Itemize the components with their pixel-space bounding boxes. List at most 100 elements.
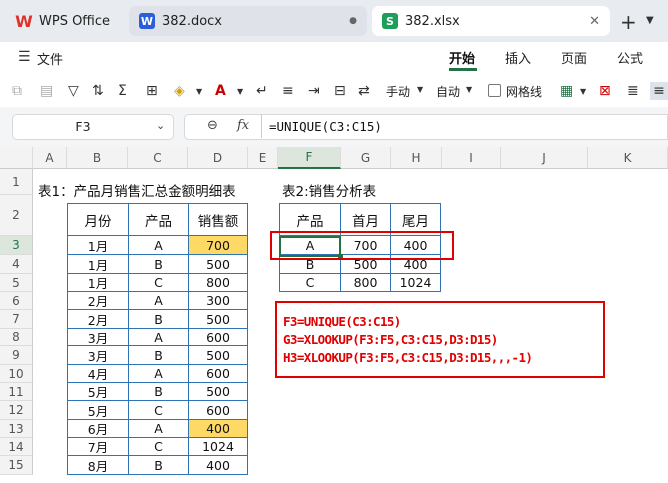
table1-cell[interactable]: 300	[188, 292, 248, 310]
table1-cell[interactable]: 3月	[67, 329, 128, 346]
align-center-icon[interactable]: ≡	[650, 82, 668, 100]
tab-wps-office[interactable]: W WPS Office	[6, 6, 124, 36]
row-header[interactable]: 12	[0, 401, 33, 420]
table1-cell[interactable]: 3月	[67, 346, 128, 365]
table1-cell[interactable]: 400	[188, 456, 248, 475]
column-header[interactable]: I	[442, 147, 501, 169]
row-header[interactable]: 3	[0, 236, 33, 255]
chevron-down-icon[interactable]: ▼	[237, 82, 243, 100]
table1-cell[interactable]: 600	[188, 329, 248, 346]
table1-cell[interactable]: B	[128, 310, 188, 329]
wrap-mode-dropdown[interactable]: 手动	[386, 83, 410, 100]
table1-cell[interactable]: C	[128, 401, 188, 420]
chevron-down-icon[interactable]: ⌄	[156, 119, 165, 132]
spreadsheet-grid[interactable]: ABCDEFGHIJK 1 2 3 4 5 6 7 8 9 10 11 12 13 14 15 表1：产品月…	[0, 147, 668, 483]
table1-cell[interactable]: 5月	[67, 383, 128, 401]
table1-cell[interactable]: 1月	[67, 255, 128, 274]
table-style-icon[interactable]: ▦	[560, 82, 573, 100]
table1-cell[interactable]: 1024	[188, 438, 248, 456]
column-header[interactable]: J	[501, 147, 588, 169]
hamburger-icon[interactable]: ☰	[18, 49, 31, 65]
column-header[interactable]: F	[278, 147, 341, 169]
table1-cell[interactable]: 7月	[67, 438, 128, 456]
formula-input[interactable]: ⊖ fx =UNIQUE(C3:C15)	[184, 114, 668, 140]
align-left-icon[interactable]: ≣	[627, 82, 639, 100]
row-header[interactable]: 14	[0, 438, 33, 456]
indent-icon[interactable]: ⇥	[308, 82, 320, 100]
table1-cell[interactable]: 4月	[67, 365, 128, 383]
table1-cell[interactable]: 6月	[67, 420, 128, 438]
convert-icon[interactable]: ⇄	[358, 82, 370, 100]
close-dot-icon[interactable]: ●	[349, 16, 357, 26]
table1-cell[interactable]: 700	[188, 236, 248, 255]
table1-cell[interactable]: 600	[188, 365, 248, 383]
sort-icon[interactable]: ⇅	[92, 82, 104, 100]
format-painter-icon[interactable]: ⧉	[12, 82, 22, 100]
menu-home[interactable]: 开始	[449, 48, 475, 67]
table1-cell[interactable]: 8月	[67, 456, 128, 475]
column-header[interactable]: B	[67, 147, 128, 169]
table1-cell[interactable]: 600	[188, 401, 248, 420]
row-header[interactable]: 11	[0, 383, 33, 401]
wrap-icon[interactable]: ↵	[256, 82, 268, 100]
column-header[interactable]: C	[128, 147, 188, 169]
table1-cell[interactable]: C	[128, 274, 188, 292]
row-header[interactable]: 10	[0, 365, 33, 383]
row-header[interactable]: 5	[0, 274, 33, 292]
row-header[interactable]: 9	[0, 346, 33, 365]
row-header[interactable]: 15	[0, 456, 33, 475]
table1-cell[interactable]: B	[128, 456, 188, 475]
table1-cell[interactable]: 1月	[67, 274, 128, 292]
table1-cell[interactable]: 2月	[67, 310, 128, 329]
row-header[interactable]: 4	[0, 255, 33, 274]
table1-cell[interactable]: 500	[188, 346, 248, 365]
file-menu[interactable]: 文件	[37, 49, 63, 68]
menu-formula[interactable]: 公式	[617, 48, 643, 67]
table1-cell[interactable]: 500	[188, 383, 248, 401]
filter-icon[interactable]: ▽	[68, 82, 79, 100]
menu-page[interactable]: 页面	[561, 48, 587, 67]
fill-color-icon[interactable]: ◈	[174, 82, 185, 100]
table2-cell[interactable]: C	[279, 274, 340, 292]
merge-icon[interactable]: ⊟	[334, 82, 346, 100]
close-icon[interactable]: ✕	[589, 14, 600, 29]
column-header[interactable]: E	[248, 147, 278, 169]
menu-insert[interactable]: 插入	[505, 48, 531, 67]
table2-cell[interactable]: 1024	[390, 274, 441, 292]
gridlines-checkbox[interactable]	[488, 84, 501, 97]
table1-cell[interactable]: 500	[188, 255, 248, 274]
column-header[interactable]: G	[341, 147, 391, 169]
row-header[interactable]: 8	[0, 329, 33, 346]
chevron-down-icon[interactable]: ▼	[646, 15, 654, 26]
table1-cell[interactable]: A	[128, 292, 188, 310]
table1-cell[interactable]: 5月	[67, 401, 128, 420]
row-header[interactable]: 7	[0, 310, 33, 329]
table1-cell[interactable]: 800	[188, 274, 248, 292]
border-icon[interactable]: ⊞	[146, 82, 158, 100]
table1-cell[interactable]: B	[128, 383, 188, 401]
name-box[interactable]: F3 ⌄	[12, 114, 174, 140]
zoom-icon[interactable]: ⊖	[207, 118, 218, 133]
table1-cell[interactable]: A	[128, 329, 188, 346]
row-header[interactable]: 13	[0, 420, 33, 438]
row-header[interactable]: 1	[0, 169, 33, 195]
column-header[interactable]: K	[588, 147, 668, 169]
column-header[interactable]: H	[391, 147, 442, 169]
chevron-down-icon[interactable]: ▼	[196, 82, 202, 100]
tab-xlsx[interactable]: S 382.xlsx ✕	[372, 6, 610, 36]
chevron-down-icon[interactable]: ▼	[466, 85, 472, 94]
fx-icon[interactable]: fx	[237, 118, 249, 133]
font-color-icon[interactable]: A	[215, 82, 226, 100]
tab-docx[interactable]: W 382.docx ●	[129, 6, 367, 36]
corner-cell[interactable]	[0, 147, 33, 169]
table1-cell[interactable]: 400	[188, 420, 248, 438]
auto-fit-dropdown[interactable]: 自动	[436, 83, 460, 100]
table2-cell[interactable]: 800	[340, 274, 390, 292]
table1-cell[interactable]: A	[128, 365, 188, 383]
chevron-down-icon[interactable]: ▼	[417, 85, 423, 94]
table1-cell[interactable]: C	[128, 438, 188, 456]
chevron-down-icon[interactable]: ▼	[580, 82, 586, 100]
table1-cell[interactable]: 500	[188, 310, 248, 329]
column-header[interactable]: D	[188, 147, 248, 169]
row-header[interactable]: 6	[0, 292, 33, 310]
